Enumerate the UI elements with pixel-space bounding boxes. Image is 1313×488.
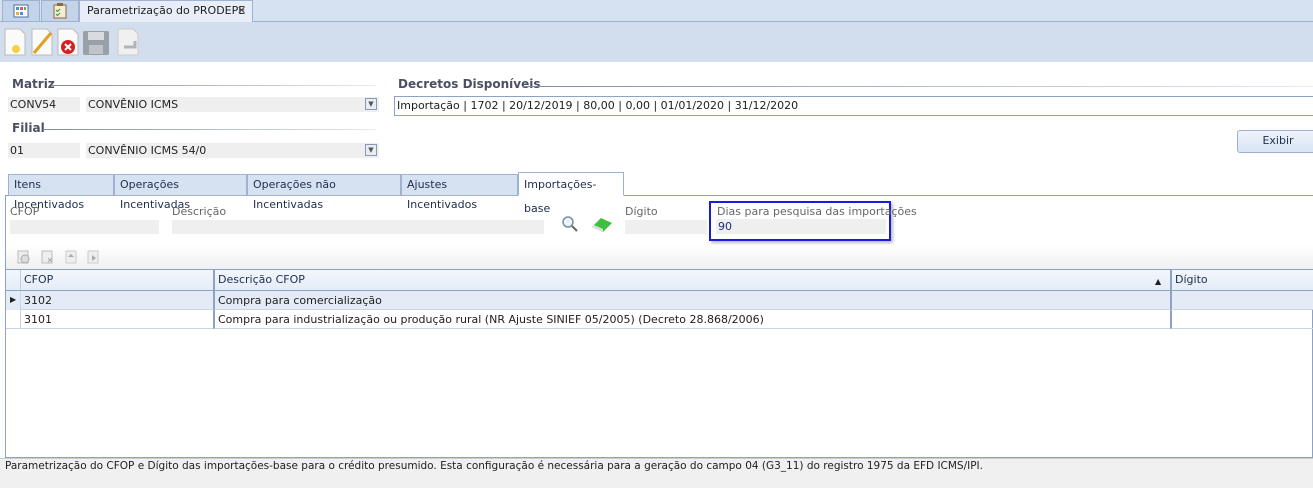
sort-ascending-icon: ▲ xyxy=(1155,277,1162,286)
cell-cfop[interactable]: 3102 xyxy=(20,291,213,310)
cfop-label: CFOP xyxy=(10,205,40,218)
dias-label: Dias para pesquisa das importações xyxy=(717,205,917,218)
add-row-icon[interactable] xyxy=(17,250,30,264)
window-tab-prodepe[interactable]: Parametrização do PRODEPE ✕ xyxy=(79,0,253,22)
matriz-combo[interactable]: CONVÊNIO ICMS xyxy=(86,97,379,112)
save-icon[interactable] xyxy=(82,27,110,57)
column-header-digito[interactable]: Dígito xyxy=(1170,270,1313,291)
cell-descricao[interactable]: Compra para industrialização ou produção… xyxy=(213,310,1170,329)
window-tab-checklist[interactable] xyxy=(41,0,79,22)
decretos-combo[interactable]: Importação | 1702 | 20/12/2019 | 80,00 |… xyxy=(394,96,1313,116)
filial-combo[interactable]: CONVÊNIO ICMS 54/0 xyxy=(86,143,379,158)
cell-digito[interactable] xyxy=(1170,310,1313,329)
matriz-code-field[interactable]: CONV54 xyxy=(8,97,80,112)
eraser-icon[interactable] xyxy=(590,215,614,233)
digito-input[interactable] xyxy=(625,220,707,234)
move-down-icon[interactable] xyxy=(87,250,99,264)
close-icon[interactable]: ✕ xyxy=(237,1,246,21)
chevron-down-icon[interactable]: ▼ xyxy=(365,144,377,156)
row-indicator-header xyxy=(6,270,20,291)
toolbar xyxy=(0,22,1313,62)
move-up-icon[interactable] xyxy=(65,250,77,264)
status-text: Parametrização do CFOP e Dígito das impo… xyxy=(5,460,983,472)
checklist-icon xyxy=(53,3,67,19)
undo-icon[interactable] xyxy=(115,27,141,57)
column-header-descricao[interactable]: Descrição CFOP xyxy=(213,270,1170,291)
tab-importacoes-base[interactable]: Importações-base xyxy=(518,172,624,215)
window-tab-title: Parametrização do PRODEPE xyxy=(87,4,246,17)
filial-label: Filial xyxy=(12,121,45,135)
delete-row-icon[interactable] xyxy=(41,250,53,264)
grid-toolbar xyxy=(6,245,1313,269)
delete-icon[interactable] xyxy=(55,27,81,57)
matriz-label: Matriz xyxy=(12,77,55,91)
new-document-icon[interactable] xyxy=(2,27,28,57)
divider xyxy=(43,129,376,130)
row-indicator xyxy=(6,310,20,329)
exibir-button[interactable]: Exibir xyxy=(1237,130,1313,153)
tab-ajustes-incentivados[interactable]: Ajustes Incentivados xyxy=(401,174,518,211)
descricao-label: Descrição xyxy=(172,205,227,218)
cell-descricao[interactable]: Compra para comercialização xyxy=(213,291,1170,310)
cell-digito[interactable] xyxy=(1170,291,1313,310)
grid-toolbar-icons xyxy=(17,250,99,264)
cell-cfop[interactable]: 3101 xyxy=(20,310,213,329)
column-header-cfop[interactable]: CFOP xyxy=(20,270,213,291)
divider xyxy=(523,86,1313,87)
cfop-input[interactable] xyxy=(10,220,159,234)
tab-itens-incentivados[interactable]: Itens Incentivados xyxy=(8,174,114,211)
chevron-down-icon[interactable]: ▼ xyxy=(365,98,377,110)
window-tab-grid[interactable] xyxy=(2,0,40,22)
digito-label: Dígito xyxy=(625,205,658,218)
tab-operacoes-incentivadas[interactable]: Operações Incentivadas xyxy=(114,174,247,211)
search-icon[interactable] xyxy=(561,215,579,233)
filial-code-field[interactable]: 01 xyxy=(8,143,80,158)
tab-operacoes-nao-incentivadas[interactable]: Operações não Incentivadas xyxy=(247,174,401,211)
descricao-input[interactable] xyxy=(172,220,544,234)
grid-icon xyxy=(13,4,29,18)
divider xyxy=(51,85,376,86)
dias-input[interactable]: 90 xyxy=(716,219,886,234)
decretos-label: Decretos Disponíveis xyxy=(398,77,541,91)
current-row-icon: ▶ xyxy=(10,295,17,304)
pencil-icon[interactable] xyxy=(29,27,55,57)
